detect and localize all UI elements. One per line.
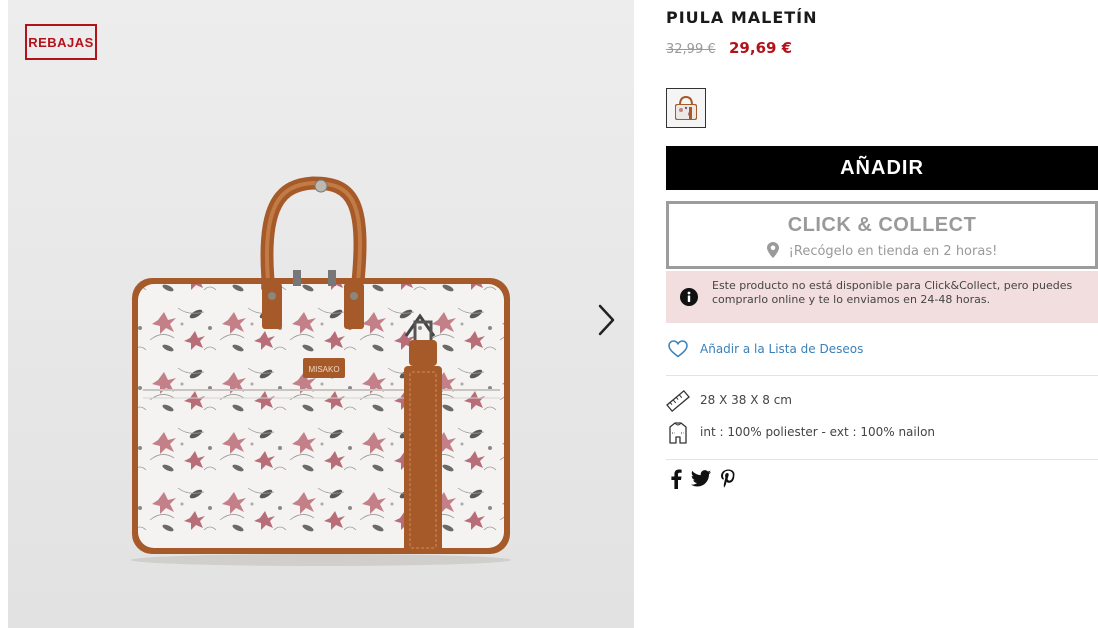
material-text: int : 100% poliester - ext : 100% nailon [700, 425, 936, 439]
add-to-wishlist-link[interactable]: Añadir a la Lista de Deseos [666, 338, 1098, 362]
availability-notice: Este producto no está disponible para Cl… [666, 271, 1098, 323]
chevron-right-icon[interactable] [591, 300, 621, 340]
product-image-bag: MISAKO [8, 0, 634, 628]
product-title: PIULA MALETÍN [666, 8, 818, 27]
click-collect-subtitle-text: ¡Recógelo en tienda en 2 horas! [788, 244, 998, 259]
availability-notice-text: Este producto no está disponible para Cl… [712, 279, 1073, 306]
material-row: int : 100% poliester - ext : 100% nailon [666, 421, 1098, 445]
original-price: 32,99 € [666, 42, 716, 57]
divider [666, 459, 1098, 460]
divider [666, 375, 1098, 376]
color-thumbnail[interactable] [666, 88, 706, 128]
fabric-icon [669, 422, 687, 444]
info-icon [680, 288, 698, 306]
bag-thumbnail-icon [675, 95, 697, 120]
svg-text:MISAKO: MISAKO [308, 365, 339, 374]
facebook-icon[interactable] [670, 469, 682, 489]
click-collect-title: CLICK & COLLECT [787, 214, 977, 236]
twitter-icon[interactable] [690, 469, 712, 489]
dimensions-text: 28 X 38 X 8 cm [700, 393, 792, 407]
product-image-panel: MISAKO REBAJAS [8, 0, 634, 628]
heart-icon [668, 340, 688, 358]
dimensions-row: 28 X 38 X 8 cm [666, 389, 1098, 413]
ruler-icon [666, 389, 690, 413]
sale-badge: REBAJAS [25, 24, 97, 60]
map-pin-icon [766, 242, 779, 258]
click-collect-button[interactable]: CLICK & COLLECT ¡Recógelo en tienda en 2… [666, 201, 1098, 269]
add-to-cart-button[interactable]: AÑADIR [666, 146, 1098, 190]
click-collect-subtitle: ¡Recógelo en tienda en 2 horas! [669, 242, 1095, 259]
wishlist-label: Añadir a la Lista de Deseos [700, 342, 864, 356]
sale-price: 29,69 € [729, 39, 793, 57]
pinterest-icon[interactable] [720, 469, 736, 489]
